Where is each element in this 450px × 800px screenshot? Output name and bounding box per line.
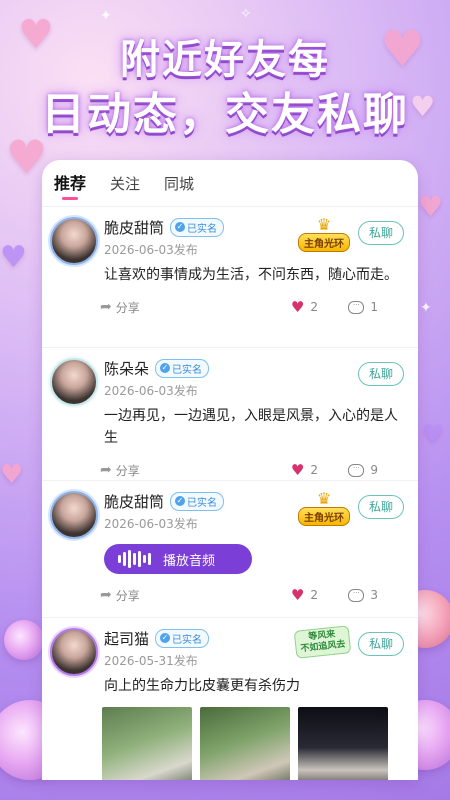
- avatar[interactable]: [50, 217, 98, 265]
- post-date: 2026-06-03发布: [104, 517, 198, 531]
- verified-icon: ✓: [160, 633, 171, 643]
- verified-label: 已实名: [187, 497, 218, 509]
- verified-badge: ✓ 已实名: [170, 217, 225, 237]
- comment-count: 9: [370, 463, 378, 477]
- tab-following[interactable]: 关注: [110, 173, 140, 206]
- post-content: 让喜欢的事情成为生活，不问东西，随心而走。: [104, 267, 398, 283]
- post-photo[interactable]: [200, 707, 290, 780]
- post-date: 2026-05-31发布: [104, 654, 198, 668]
- user-name[interactable]: 起司猫: [104, 628, 149, 649]
- share-label: 分享: [115, 588, 140, 603]
- comment-icon: ···: [348, 463, 365, 477]
- heart-decor-icon: ♥: [422, 420, 444, 448]
- post-date: 2026-06-03发布: [104, 243, 198, 257]
- verified-label: 已实名: [172, 634, 203, 646]
- share-button[interactable]: ➦ 分享: [100, 299, 140, 316]
- vip-label: 主角光环: [298, 233, 350, 252]
- feed-post: 起司猫 ✓ 已实名 等风来 不如追风去 私聊 2026-05-31发布 向上的生命…: [42, 618, 418, 780]
- feed-post: 脆皮甜筒 ✓ 已实名 ♛ 主角光环 私聊 2026-06-03发布 播放音频 ➦ 分…: [42, 481, 418, 618]
- comment-button[interactable]: ··· 1: [348, 300, 378, 314]
- like-button[interactable]: ♥ 2: [291, 461, 318, 479]
- sparkle-icon: ✦: [100, 8, 112, 24]
- share-icon: ➦: [100, 299, 112, 315]
- like-count: 2: [310, 463, 318, 477]
- share-label: 分享: [115, 300, 140, 315]
- promo-line-2: 日动态，交友私聊: [41, 89, 409, 140]
- like-count: 2: [310, 300, 318, 314]
- like-button[interactable]: ♥ 2: [291, 586, 318, 604]
- like-button[interactable]: ♥ 2: [291, 298, 318, 316]
- heart-decor-icon: ♥: [0, 460, 24, 490]
- heart-decor-icon: ♥: [0, 240, 27, 275]
- avatar[interactable]: [50, 358, 98, 406]
- verified-badge: ✓ 已实名: [170, 491, 225, 511]
- verified-label: 已实名: [172, 364, 203, 376]
- tab-recommend[interactable]: 推荐: [54, 170, 86, 206]
- post-content: 一边再见，一边遇见，入眼是风景，入心的是人生: [104, 408, 398, 446]
- verified-label: 已实名: [187, 223, 218, 235]
- heart-icon: ♥: [290, 586, 305, 604]
- user-name[interactable]: 陈朵朵: [104, 358, 149, 379]
- feed-card: 推荐 关注 同城 脆皮甜筒 ✓ 已实名 ♛ 主角光环 私聊 2026-06-03发…: [42, 160, 418, 780]
- post-actions: ➦ 分享 ♥ 2 ··· 1: [100, 296, 408, 318]
- promo-line-1: 附近好友每: [120, 37, 330, 83]
- post-date: 2026-06-03发布: [104, 384, 198, 398]
- post-actions: ➦ 分享 ♥ 2 ··· 9: [100, 459, 408, 481]
- like-count: 2: [310, 588, 318, 602]
- user-name[interactable]: 脆皮甜筒: [104, 217, 164, 238]
- share-icon: ➦: [100, 462, 112, 478]
- verified-icon: ✓: [175, 222, 186, 232]
- verified-icon: ✓: [160, 363, 171, 373]
- vip-label: 主角光环: [298, 507, 350, 526]
- share-label: 分享: [115, 463, 140, 478]
- verified-badge: ✓ 已实名: [155, 628, 210, 648]
- play-audio-label: 播放音频: [163, 553, 216, 569]
- tab-same-city[interactable]: 同城: [164, 173, 194, 206]
- verified-badge: ✓ 已实名: [155, 358, 210, 378]
- share-icon: ➦: [100, 587, 112, 603]
- comment-icon: ···: [348, 588, 365, 602]
- comment-button[interactable]: ··· 9: [348, 463, 378, 477]
- crown-icon: ♛: [316, 489, 332, 508]
- comment-icon: ···: [348, 300, 365, 314]
- private-chat-button[interactable]: 私聊: [358, 221, 404, 245]
- share-button[interactable]: ➦ 分享: [100, 462, 140, 479]
- heart-icon: ♥: [290, 298, 305, 316]
- heart-decor-icon: ♥: [418, 190, 444, 223]
- post-content: 向上的生命力比皮囊更有杀伤力: [104, 678, 300, 694]
- audio-wave-icon: [118, 550, 151, 568]
- share-button[interactable]: ➦ 分享: [100, 587, 140, 604]
- feed-post: 脆皮甜筒 ✓ 已实名 ♛ 主角光环 私聊 2026-06-03发布 让喜欢的事情成…: [42, 207, 418, 348]
- post-photo[interactable]: [298, 707, 388, 780]
- promo-headline: 附近好友每 日动态，交友私聊: [0, 34, 450, 144]
- heart-icon: ♥: [290, 461, 305, 479]
- vip-badge: ♛ 主角光环: [298, 489, 350, 526]
- profile-tag: 等风来 不如追风去: [293, 625, 352, 659]
- vip-badge: ♛ 主角光环: [298, 215, 350, 252]
- private-chat-button[interactable]: 私聊: [358, 632, 404, 656]
- verified-icon: ✓: [175, 496, 186, 506]
- sparkle-icon: ✧: [240, 6, 252, 22]
- feed-post: 陈朵朵 ✓ 已实名 私聊 2026-06-03发布 一边再见，一边遇见，入眼是风景…: [42, 348, 418, 481]
- post-photo[interactable]: [102, 707, 192, 780]
- comment-count: 1: [370, 300, 378, 314]
- private-chat-button[interactable]: 私聊: [358, 362, 404, 386]
- play-audio-button[interactable]: 播放音频: [104, 544, 252, 574]
- user-name[interactable]: 脆皮甜筒: [104, 491, 164, 512]
- rose-decor: [4, 620, 44, 660]
- sparkle-icon: ✦: [420, 300, 432, 316]
- photo-grid: [102, 707, 408, 780]
- comment-count: 3: [370, 588, 378, 602]
- private-chat-button[interactable]: 私聊: [358, 495, 404, 519]
- tab-bar: 推荐 关注 同城: [42, 160, 418, 207]
- crown-icon: ♛: [316, 215, 332, 234]
- avatar[interactable]: [50, 628, 98, 676]
- comment-button[interactable]: ··· 3: [348, 588, 378, 602]
- post-actions: ➦ 分享 ♥ 2 ··· 3: [100, 584, 408, 606]
- avatar[interactable]: [50, 491, 98, 539]
